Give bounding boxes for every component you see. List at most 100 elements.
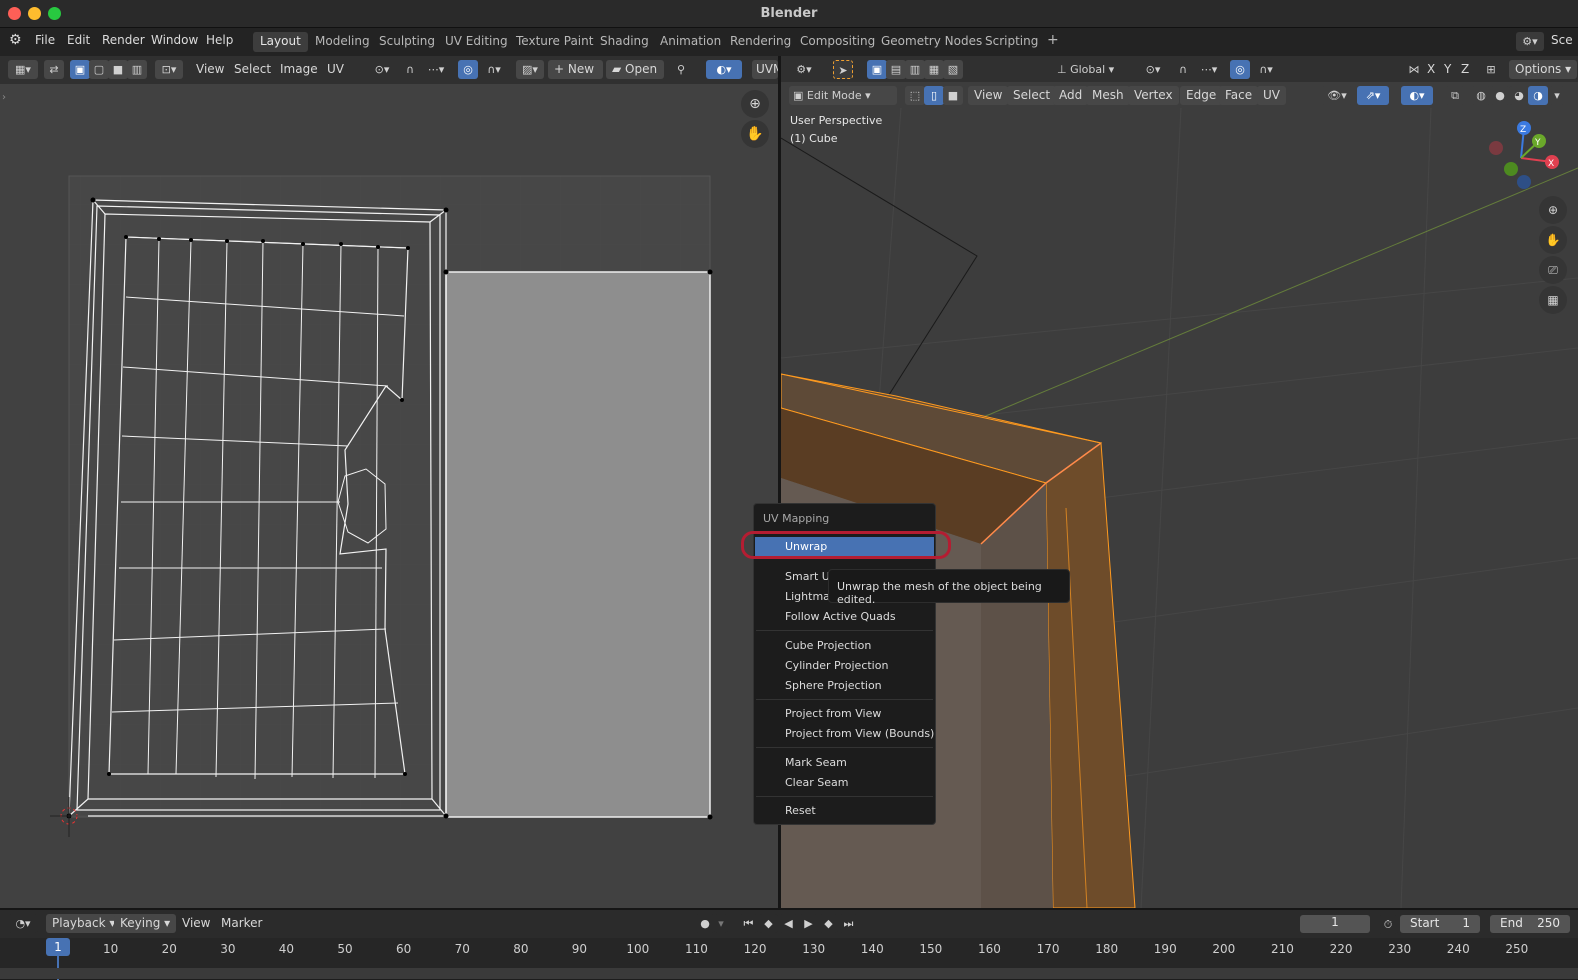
uv-map-selector[interactable]: UVM [752, 60, 778, 79]
tab-texture-paint[interactable]: Texture Paint [509, 32, 600, 52]
viewport-uv-menu[interactable]: UV [1257, 86, 1286, 105]
end-frame-field[interactable]: End 250 [1490, 915, 1570, 933]
menu-window[interactable]: Window [151, 33, 198, 47]
viewport-pan-icon[interactable]: ✋ [1539, 226, 1567, 254]
select-new-icon[interactable]: ▣ [867, 60, 887, 79]
jump-start-icon[interactable]: ⏮ [739, 914, 758, 933]
mirror-x-toggle[interactable]: X [1424, 60, 1438, 79]
play-reverse-icon[interactable]: ◀ [779, 914, 798, 933]
mirror-icon[interactable]: ⋈ [1404, 60, 1424, 79]
menu-item-sphere-projection[interactable]: Sphere Projection [785, 679, 882, 692]
vertex-select-icon[interactable]: ▣ [70, 60, 90, 79]
pivot-icon[interactable]: ⊙▾ [368, 60, 396, 79]
uv-image-menu[interactable]: Image [274, 60, 324, 79]
menu-item-lightmap-pack[interactable]: Lightma [785, 590, 830, 603]
menu-help[interactable]: Help [206, 33, 233, 47]
timeline-view-menu[interactable]: View [176, 914, 216, 933]
play-icon[interactable]: ▶ [799, 914, 818, 933]
viewport-add-menu[interactable]: Add [1053, 86, 1089, 105]
menu-item-clear-seam[interactable]: Clear Seam [785, 776, 848, 789]
menu-item-cube-projection[interactable]: Cube Projection [785, 639, 871, 652]
menu-item-reset[interactable]: Reset [785, 804, 816, 817]
uv-uv-menu[interactable]: UV [321, 60, 350, 79]
uv-editor-canvas[interactable]: › ⊕ ✋ [0, 84, 778, 908]
snap-icon[interactable]: ∩ [400, 60, 420, 79]
blender-logo-icon[interactable]: ⚙ [9, 32, 22, 48]
scene-name[interactable]: Sce [1551, 33, 1573, 47]
tab-rendering[interactable]: Rendering [723, 32, 798, 52]
pin-icon[interactable]: ⚲ [671, 60, 691, 79]
keying-options-icon[interactable]: ▾ [714, 914, 728, 933]
edge-mode-icon[interactable]: ▯ [924, 86, 944, 105]
jump-end-icon[interactable]: ⏭ [839, 914, 858, 933]
add-workspace-icon[interactable]: + [1040, 30, 1066, 50]
perspective-toggle-icon[interactable]: ▦ [1539, 286, 1567, 314]
viewport-edge-menu[interactable]: Edge [1180, 86, 1223, 105]
shading-options-icon[interactable]: ▾ [1549, 86, 1565, 105]
mirror-y-toggle[interactable]: Y [1441, 60, 1454, 79]
wireframe-shading-icon[interactable]: ◍ [1471, 86, 1491, 105]
mirror-z-toggle[interactable]: Z [1458, 60, 1472, 79]
snap-target-icon[interactable]: ⋯▾ [422, 60, 450, 79]
solid-shading-icon[interactable]: ● [1490, 86, 1510, 105]
open-image-button[interactable]: ▰ Open [606, 60, 664, 79]
sticky-mode-icon[interactable]: ⊡▾ [155, 60, 183, 79]
vertex-mode-icon[interactable]: ⬚ [905, 86, 925, 105]
edge-select-icon[interactable]: ▢ [89, 60, 109, 79]
select-intersect-icon[interactable]: ▧ [943, 60, 963, 79]
sync-selection-icon[interactable]: ⇄ [44, 60, 64, 79]
viewport-zoom-icon[interactable]: ⊕ [1539, 196, 1567, 224]
auto-keying-icon[interactable]: ● [695, 914, 715, 933]
uv-select-menu[interactable]: Select [228, 60, 277, 79]
menu-item-project-from-view[interactable]: Project from View [785, 707, 881, 720]
viewport-select-menu[interactable]: Select [1007, 86, 1057, 105]
tab-compositing[interactable]: Compositing [793, 32, 882, 52]
menu-render[interactable]: Render [102, 33, 145, 47]
prev-keyframe-icon[interactable]: ◆ [759, 914, 778, 933]
options-dropdown[interactable]: Options ▾ [1509, 60, 1578, 79]
tab-shading[interactable]: Shading [593, 32, 656, 52]
overlays-toggle-icon[interactable]: ◐▾ [1401, 86, 1433, 105]
snap-toggle-icon[interactable]: ∩ [1173, 60, 1193, 79]
timeline-marker-menu[interactable]: Marker [215, 914, 268, 933]
tool-settings-icon[interactable]: ⚙▾ [789, 60, 819, 79]
menu-item-project-from-view-bounds[interactable]: Project from View (Bounds) [785, 727, 934, 740]
xray-icon[interactable]: ⧉ [1445, 86, 1465, 105]
rendered-shading-icon[interactable]: ◑ [1528, 86, 1548, 105]
gizmo-toggle-icon[interactable]: ⇗▾ [1357, 86, 1389, 105]
playhead-frame-indicator[interactable]: 1 [46, 938, 70, 956]
menu-item-smart-uv-project[interactable]: Smart U [785, 570, 830, 583]
navigation-gizmo[interactable]: Z Y X [1486, 118, 1566, 198]
scene-selector-icon[interactable]: ⚙▾ [1516, 32, 1544, 51]
tab-modeling[interactable]: Modeling [308, 32, 377, 52]
keying-menu[interactable]: Keying ▾ [114, 914, 177, 933]
camera-view-icon[interactable]: ⎚ [1539, 256, 1567, 284]
uv-view-menu[interactable]: View [190, 60, 230, 79]
face-mode-icon[interactable]: ■ [943, 86, 963, 105]
auto-merge-icon[interactable]: ⊞ [1481, 60, 1501, 79]
current-frame-field[interactable]: 1 [1300, 915, 1370, 933]
menu-item-cylinder-projection[interactable]: Cylinder Projection [785, 659, 888, 672]
proportional-edit-icon[interactable]: ◎ [458, 60, 478, 79]
image-browse-icon[interactable]: ▨▾ [516, 60, 544, 79]
tab-geometry-nodes[interactable]: Geometry Nodes [874, 32, 989, 52]
proportional-editing-icon[interactable]: ◎ [1230, 60, 1250, 79]
overlay-icon[interactable]: ◐▾ [706, 60, 742, 79]
preview-range-icon[interactable]: ⏱ [1378, 915, 1398, 934]
select-subtract-icon[interactable]: ▥ [905, 60, 925, 79]
visibility-icon[interactable]: 👁▾ [1321, 86, 1353, 105]
viewport-view-menu[interactable]: View [968, 86, 1009, 105]
select-extend-icon[interactable]: ▤ [886, 60, 906, 79]
new-image-button[interactable]: + New [548, 60, 603, 79]
face-select-icon[interactable]: ■ [108, 60, 128, 79]
material-shading-icon[interactable]: ◕ [1509, 86, 1529, 105]
timeline-editor-type-icon[interactable]: ◔▾ [8, 914, 38, 933]
playback-menu[interactable]: Playback ▾ [46, 914, 122, 933]
transform-orientation-dropdown[interactable]: ⊥ Global ▾ [1053, 60, 1129, 79]
editor-type-icon[interactable]: ▦▾ [8, 60, 38, 79]
snap-element-icon[interactable]: ⋯▾ [1195, 60, 1223, 79]
viewport-face-menu[interactable]: Face [1219, 86, 1259, 105]
falloff-icon[interactable]: ∩▾ [480, 60, 508, 79]
menu-file[interactable]: File [35, 33, 55, 47]
select-invert-icon[interactable]: ▦ [924, 60, 944, 79]
